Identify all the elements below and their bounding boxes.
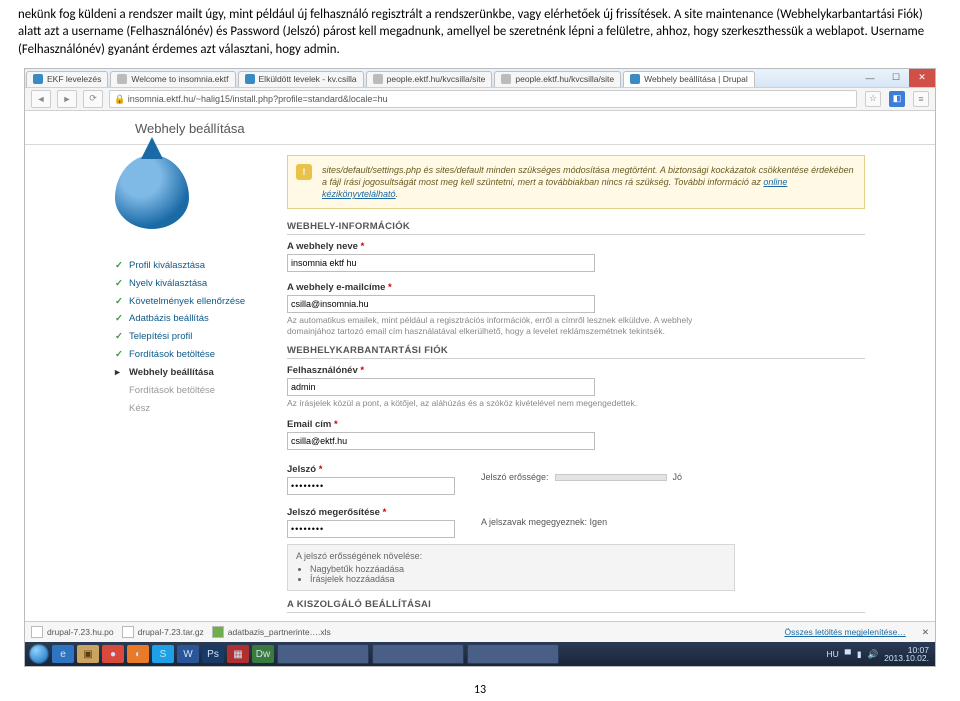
warning-message: ! sites/default/settings.php és sites/de… [287, 155, 865, 209]
tray-clock[interactable]: 10:072013.10.02. [884, 646, 929, 663]
show-all-downloads-link[interactable]: Összes letöltés megjelenítése… [784, 627, 905, 637]
taskbar-window-thumb[interactable] [277, 644, 369, 664]
download-item[interactable]: drupal-7.23.hu.po [31, 626, 114, 638]
reload-button[interactable]: ⟳ [83, 90, 103, 108]
tray-network-icon[interactable]: ▮ [857, 649, 862, 660]
password-match: A jelszavak megegyeznek: Igen [481, 503, 607, 527]
tray-lang[interactable]: HU [827, 649, 839, 659]
admin-email-input[interactable] [287, 432, 595, 450]
page-number: 13 [0, 673, 960, 701]
favicon-icon [245, 74, 255, 84]
taskbar-window-thumb[interactable] [467, 644, 559, 664]
minimize-button[interactable]: — [857, 69, 883, 87]
file-icon [122, 626, 134, 638]
section-heading: WEBHELY-INFORMÁCIÓK [287, 221, 865, 235]
menu-icon[interactable]: ≡ [913, 91, 929, 107]
favicon-icon [501, 74, 511, 84]
browser-tab[interactable]: people.ektf.hu/kvcsilla/site [494, 71, 621, 87]
field-label: A webhely e-mailcíme * [287, 282, 865, 293]
tray-flag-icon: ▀ [845, 649, 851, 659]
drupal-logo-icon [115, 155, 205, 243]
taskbar-app-photoshop[interactable]: Ps [202, 645, 224, 663]
browser-tab[interactable]: EKF levelezés [26, 71, 108, 87]
address-bar[interactable]: 🔒 insomnia.ektf.hu/~halig15/install.php?… [109, 90, 857, 108]
download-item[interactable]: drupal-7.23.tar.gz [122, 626, 204, 638]
browser-tab[interactable]: Welcome to insomnia.ektf [110, 71, 235, 87]
warning-icon: ! [296, 164, 312, 180]
taskbar-window-thumb[interactable] [372, 644, 464, 664]
password-confirm-input[interactable] [287, 520, 455, 538]
step-done: Adatbázis beállítás [115, 310, 265, 328]
taskbar-app-chrome[interactable]: ● [102, 645, 124, 663]
taskbar-app-dreamweaver[interactable]: Dw [252, 645, 274, 663]
browser-tab[interactable]: people.ektf.hu/kvcsilla/site [366, 71, 493, 87]
start-button[interactable] [29, 644, 49, 664]
password-input[interactable] [287, 477, 455, 495]
bookmark-icon[interactable]: ☆ [865, 91, 881, 107]
username-input[interactable] [287, 378, 595, 396]
window-controls: — ☐ ✕ [857, 69, 935, 87]
step-current: Webhely beállítása [115, 364, 265, 382]
browser-tabstrip: EKF levelezés Welcome to insomnia.ektf E… [25, 69, 935, 87]
close-shelf-button[interactable]: ✕ [922, 627, 929, 638]
password-strength: Jelszó erőssége: Jó [481, 460, 682, 482]
step-pending: Fordítások betöltése [115, 382, 265, 400]
downloads-shelf: drupal-7.23.hu.po drupal-7.23.tar.gz ada… [25, 621, 935, 642]
site-email-input[interactable] [287, 295, 595, 313]
favicon-icon [373, 74, 383, 84]
page-content: Webhely beállítása Profil kiválasztása N… [25, 111, 935, 622]
close-button[interactable]: ✕ [909, 69, 935, 87]
field-label: Felhasználónév * [287, 365, 865, 376]
favicon-icon [630, 74, 640, 84]
step-done: Telepítési profil [115, 328, 265, 346]
taskbar-app-word[interactable]: W [177, 645, 199, 663]
taskbar-app-skype[interactable]: S [152, 645, 174, 663]
extension-icon[interactable]: ◧ [889, 91, 905, 107]
step-done: Nyelv kiválasztása [115, 275, 265, 293]
taskbar-app-ie[interactable]: e [52, 645, 74, 663]
field-label: Jelszó * [287, 464, 455, 475]
step-done: Fordítások betöltése [115, 346, 265, 364]
embedded-screenshot: EKF levelezés Welcome to insomnia.ektf E… [24, 68, 936, 668]
field-label: Email cím * [287, 419, 865, 430]
tray-volume-icon[interactable]: 🔊 [868, 649, 879, 660]
maximize-button[interactable]: ☐ [883, 69, 909, 87]
password-tips: A jelszó erősségének növelése: Nagybetűk… [287, 544, 735, 591]
install-form: ! sites/default/settings.php és sites/de… [287, 155, 865, 622]
field-hint: Az automatikus emailek, mint például a r… [287, 315, 717, 337]
step-done: Profil kiválasztása [115, 257, 265, 275]
field-label: A webhely neve * [287, 241, 865, 252]
site-name-input[interactable] [287, 254, 595, 272]
section-heading: A KISZOLGÁLÓ BEÁLLÍTÁSAI [287, 599, 865, 613]
install-sidebar: Profil kiválasztása Nyelv kiválasztása K… [115, 155, 265, 622]
document-paragraph: nekünk fog küldeni a rendszer mailt úgy,… [0, 0, 960, 62]
field-hint: Az írásjelek közül a pont, a kötőjel, az… [287, 398, 717, 409]
download-item[interactable]: adatbazis_partnerinte….xls [212, 626, 331, 638]
taskbar-app-explorer[interactable]: ▣ [77, 645, 99, 663]
section-heading: WEBHELYKARBANTARTÁSI FIÓK [287, 345, 865, 359]
file-icon [31, 626, 43, 638]
taskbar-app-totalcmd[interactable]: ▦ [227, 645, 249, 663]
field-label: Jelszó megerősítése * [287, 507, 455, 518]
browser-tab-active[interactable]: Webhely beállítása | Drupal [623, 71, 755, 87]
step-pending: Kész [115, 400, 265, 418]
step-done: Követelmények ellenőrzése [115, 293, 265, 311]
taskbar-app-firefox[interactable]: ◐ [127, 645, 149, 663]
back-button[interactable]: ◄ [31, 90, 51, 108]
forward-button[interactable]: ► [57, 90, 77, 108]
browser-toolbar: ◄ ► ⟳ 🔒 insomnia.ektf.hu/~halig15/instal… [25, 87, 935, 111]
windows-taskbar: e ▣ ● ◐ S W Ps ▦ Dw HU ▀ ▮ 🔊 10:072013.1… [25, 642, 935, 666]
install-steps: Profil kiválasztása Nyelv kiválasztása K… [115, 257, 265, 418]
browser-tab[interactable]: Elküldött levelek - kv.csilla [238, 71, 364, 87]
system-tray[interactable]: HU ▀ ▮ 🔊 10:072013.10.02. [827, 646, 932, 663]
file-icon [212, 626, 224, 638]
favicon-icon [33, 74, 43, 84]
favicon-icon [117, 74, 127, 84]
